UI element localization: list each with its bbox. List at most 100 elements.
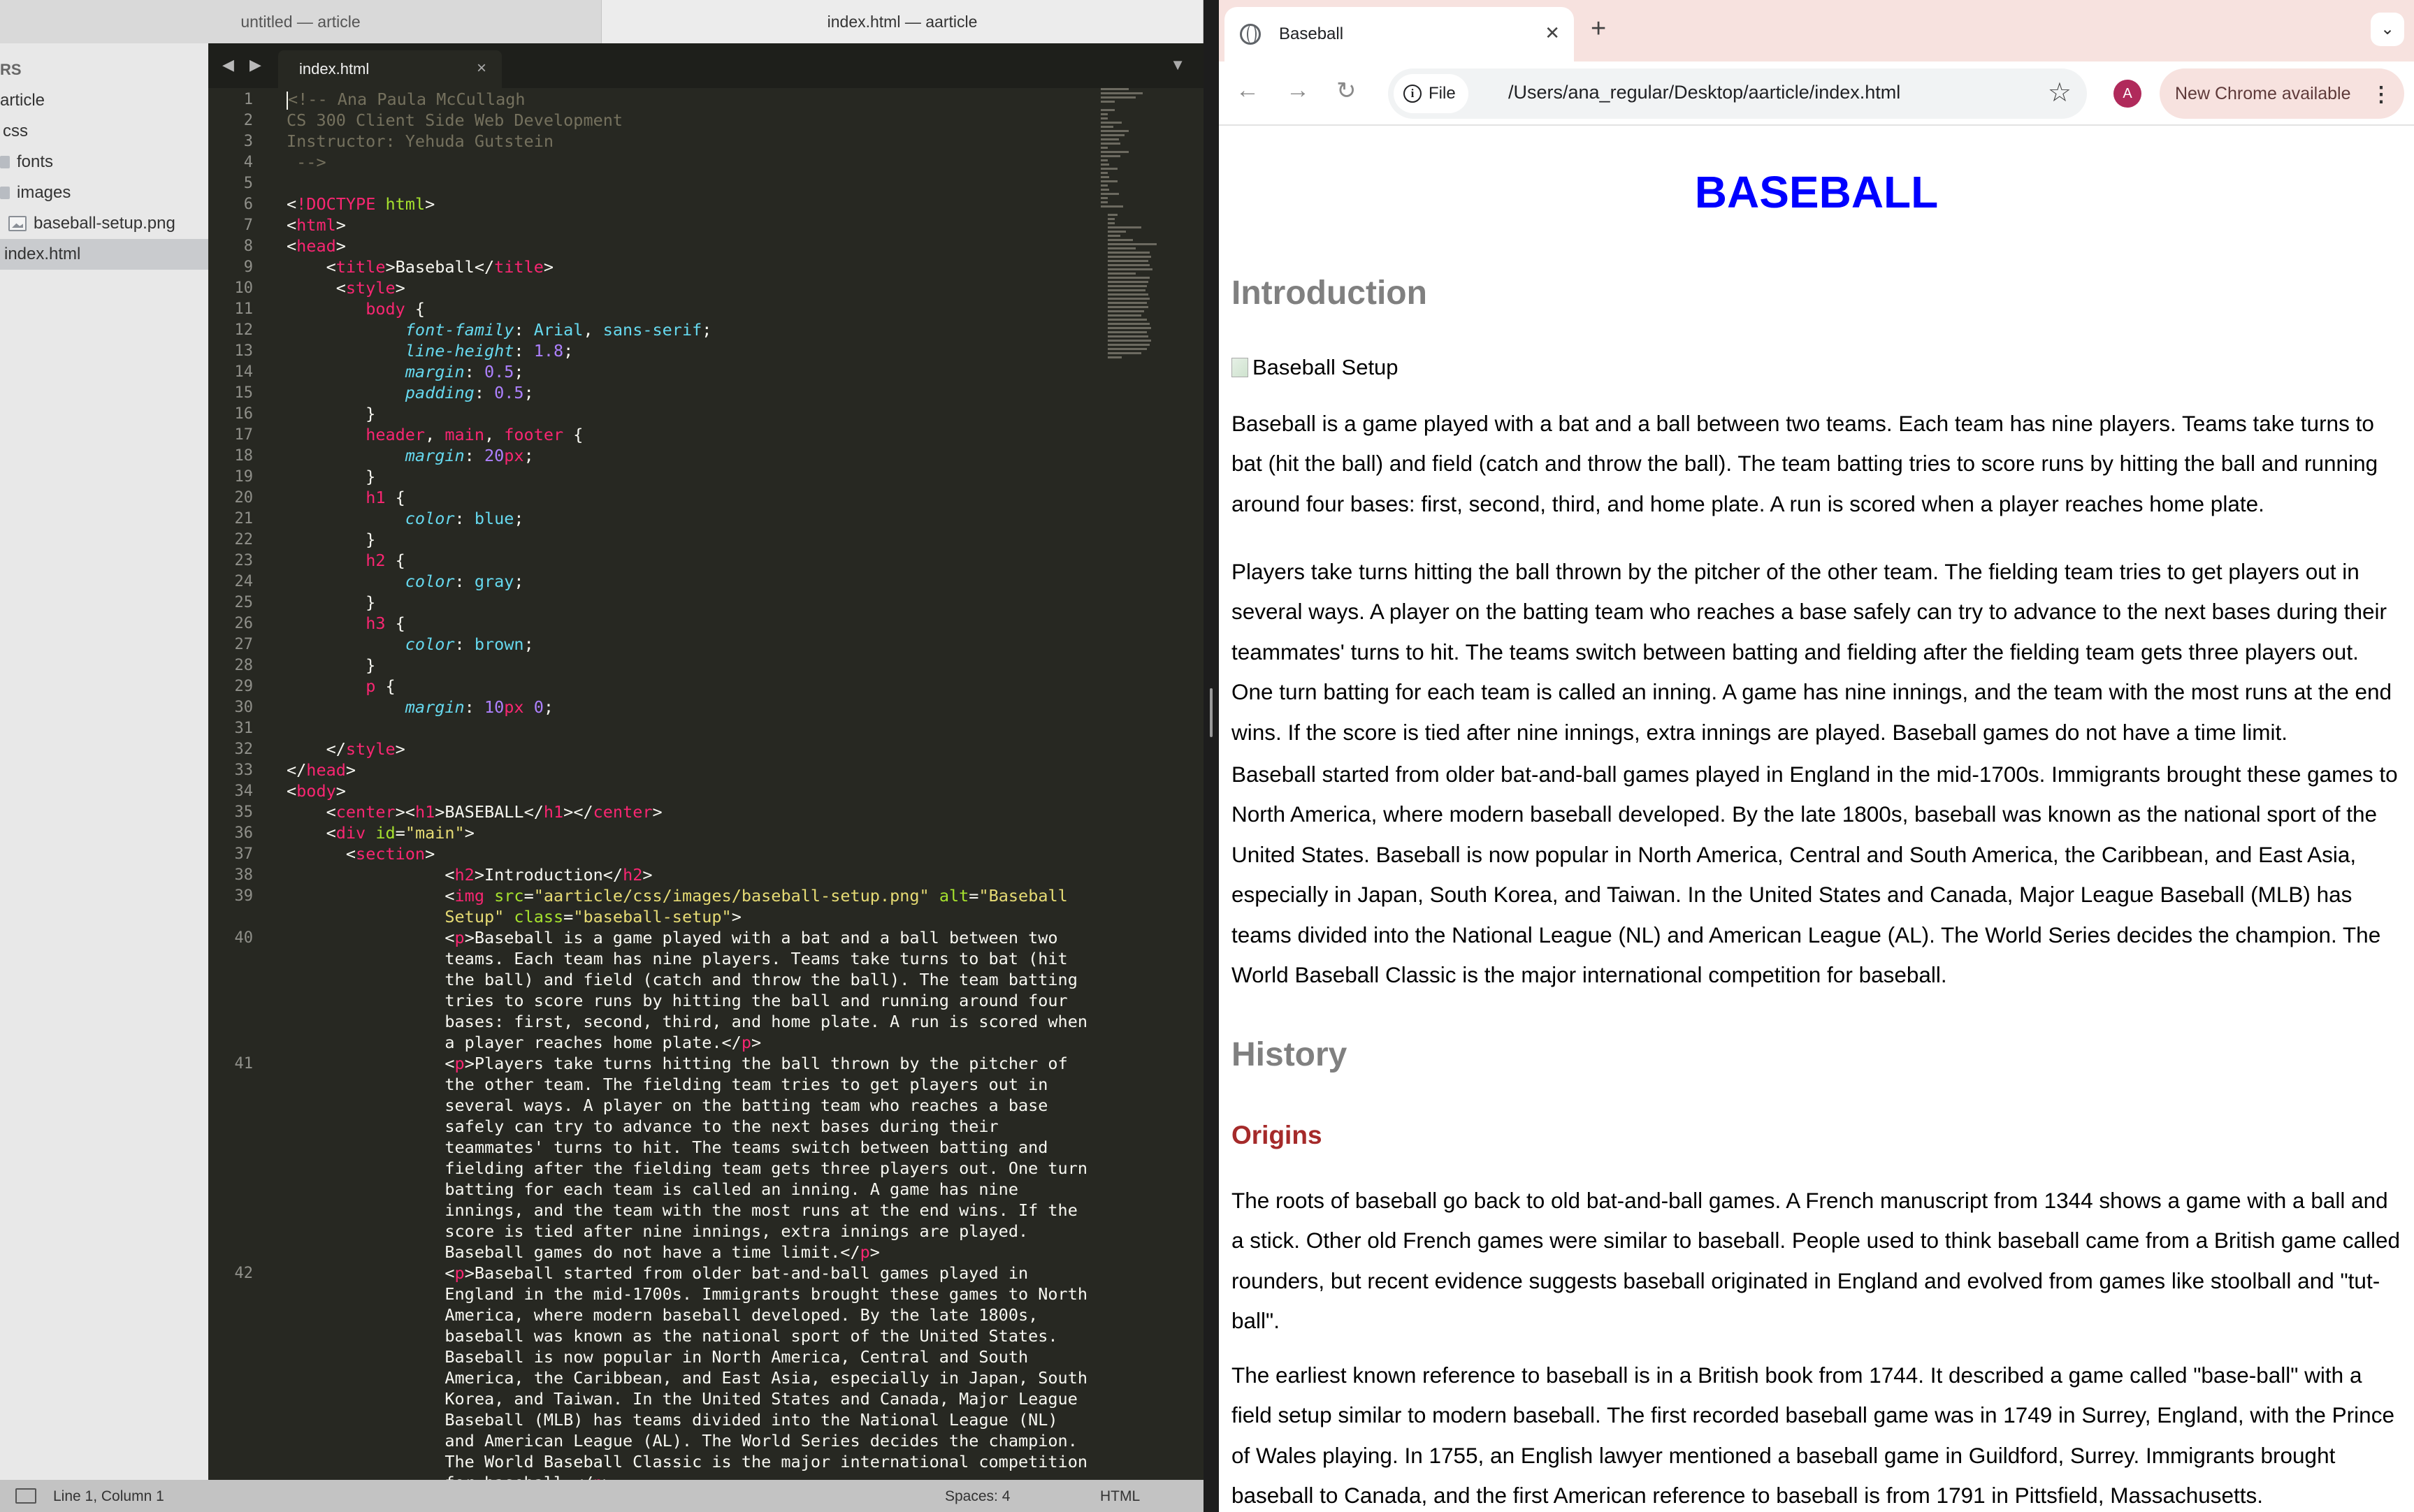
- sidebar-item-baseball-setup[interactable]: baseball-setup.png: [0, 208, 208, 239]
- window-tab-index[interactable]: index.html — aarticle: [602, 0, 1204, 43]
- back-button[interactable]: ←: [1236, 77, 1259, 104]
- reload-button[interactable]: ↻: [1336, 77, 1357, 105]
- code-line: line-height: 1.8;: [405, 341, 574, 361]
- code-line: }: [287, 467, 376, 486]
- minimap-line: [1108, 323, 1150, 325]
- sidebar-item-article[interactable]: article: [0, 85, 208, 116]
- sidebar-item-fonts[interactable]: fonts: [0, 147, 208, 177]
- minimap-line: [1108, 298, 1150, 300]
- code-line: teammates' turns to hit. The teams switc…: [287, 1137, 1048, 1157]
- close-icon[interactable]: ✕: [1545, 22, 1560, 44]
- line-number: 40: [234, 929, 254, 947]
- browser-tab-baseball[interactable]: Baseball ✕: [1224, 7, 1574, 61]
- sidebar-item-images[interactable]: images: [0, 177, 208, 208]
- sidebar-item-label: baseball-setup.png: [34, 214, 175, 233]
- line-number: 3: [243, 133, 253, 150]
- code-line: <h2>Introduction</h2>: [287, 865, 653, 885]
- code-line: The World Baseball Classic is the major …: [287, 1452, 1088, 1471]
- minimap-line: [1108, 256, 1151, 258]
- line-number: 6: [243, 196, 253, 213]
- paragraph: Players take turns hitting the ball thro…: [1231, 559, 2392, 745]
- code-line: America, where modern baseball developed…: [287, 1305, 1039, 1325]
- minimap-line: [1101, 122, 1122, 124]
- indentation-setting[interactable]: Spaces: 4: [945, 1488, 1010, 1505]
- code-line: CS 300 Client Side Web Development: [287, 110, 623, 130]
- minimap-line: [1108, 281, 1148, 283]
- line-number: 30: [234, 699, 254, 716]
- tab-index-html[interactable]: index.html ×: [278, 50, 502, 88]
- close-icon[interactable]: ×: [477, 59, 486, 78]
- minimap-line: [1108, 310, 1144, 312]
- heading-history: History: [1231, 1036, 1347, 1073]
- code-line: the ball) and field (catch and throw the…: [287, 970, 1078, 989]
- minimap-line: [1101, 101, 1115, 103]
- minimap-line: [1101, 168, 1118, 170]
- minimap-line: [1108, 235, 1120, 237]
- resize-handle[interactable]: [1210, 688, 1213, 737]
- minimap-line: [1108, 319, 1147, 321]
- minimap-line: [1101, 143, 1120, 145]
- profile-avatar[interactable]: A: [2113, 80, 2141, 108]
- line-number-gutter: 1 2 3 4 5 6 7 8 9 10 11 12 13 14 15 16 17 18 19 20 21 22 23 24 2…: [208, 88, 278, 1480]
- code-line: body {: [366, 299, 426, 319]
- code-line: innings, and the team with the most runs…: [287, 1200, 1078, 1220]
- paragraph: Baseball is a game played with a bat and…: [1231, 411, 2378, 516]
- tab-search-button[interactable]: ⌄: [2371, 13, 2404, 46]
- line-number: 26: [234, 615, 254, 632]
- code-line: teams. Each team has nine players. Teams…: [287, 949, 1068, 968]
- line-number: 36: [234, 824, 254, 842]
- code-line: }: [287, 530, 376, 549]
- line-number: 13: [234, 342, 254, 360]
- menu-icon[interactable]: ⋮: [2371, 82, 2392, 107]
- line-number: 31: [234, 720, 254, 737]
- tab-label: index.html: [299, 60, 370, 78]
- code-area[interactable]: <!-- Ana Paula McCullagh CS 300 Client S…: [287, 88, 1104, 1480]
- minimap[interactable]: [1094, 88, 1204, 479]
- line-number: 17: [234, 426, 254, 444]
- code-line: Baseball (MLB) has teams divided into th…: [287, 1410, 1058, 1430]
- minimap-line: [1108, 260, 1148, 262]
- code-line: color: blue;: [405, 509, 524, 528]
- code-tab-bar: ◀ ▶ index.html × ▼: [208, 43, 1204, 88]
- cursor-position: Line 1, Column 1: [53, 1488, 164, 1504]
- code-line: color: gray;: [405, 572, 524, 591]
- minimap-line: [1108, 314, 1141, 317]
- line-number: 21: [234, 510, 254, 528]
- code-line: and American League (AL). The World Seri…: [287, 1431, 1078, 1451]
- minimap-line: [1108, 264, 1150, 266]
- line-number: 20: [234, 489, 254, 507]
- code-line: a player reaches home plate.</p>: [287, 1033, 762, 1052]
- minimap-line: [1108, 356, 1122, 358]
- bookmark-star-icon[interactable]: ☆: [2048, 77, 2072, 108]
- split-divider[interactable]: [1204, 0, 1219, 1512]
- syntax-mode[interactable]: HTML: [1100, 1488, 1140, 1505]
- panel-toggle-icon[interactable]: [15, 1488, 36, 1504]
- url-text[interactable]: /Users/ana_regular/Desktop/aarticle/inde…: [1508, 82, 1900, 103]
- line-number: 5: [243, 175, 253, 192]
- paragraph: The roots of baseball go back to old bat…: [1231, 1188, 2401, 1334]
- line-number: 25: [234, 594, 254, 611]
- code-line: }: [287, 655, 376, 675]
- sidebar-item-index[interactable]: index.html: [0, 239, 208, 270]
- forward-button[interactable]: →: [1286, 77, 1310, 104]
- minimap-line: [1101, 92, 1143, 94]
- site-info-chip[interactable]: i File: [1394, 74, 1468, 113]
- code-line: h2 {: [366, 551, 405, 570]
- sidebar-header: RS: [0, 61, 22, 78]
- broken-image-icon: [1231, 358, 1248, 377]
- new-tab-button[interactable]: +: [1591, 14, 1606, 44]
- sidebar-item-css[interactable]: css: [0, 116, 208, 147]
- minimap-line: [1108, 306, 1148, 308]
- minimap-line: [1101, 134, 1125, 136]
- address-bar[interactable]: i File /Users/ana_regular/Desktop/aartic…: [1388, 68, 2087, 119]
- minimap-line: [1101, 117, 1108, 119]
- paragraph: The earliest known reference to baseball…: [1231, 1362, 2394, 1509]
- chevron-down-icon[interactable]: ▼: [1170, 56, 1185, 74]
- update-chrome-button[interactable]: New Chrome available ⋮: [2160, 68, 2404, 119]
- line-number: 10: [234, 279, 254, 297]
- line-number: 2: [243, 112, 253, 129]
- tab-nav-arrows-icon[interactable]: ◀ ▶: [222, 56, 267, 74]
- window-tab-untitled[interactable]: untitled — article: [0, 0, 602, 43]
- line-number: 1: [243, 91, 253, 108]
- sidebar-item-label: images: [17, 183, 71, 202]
